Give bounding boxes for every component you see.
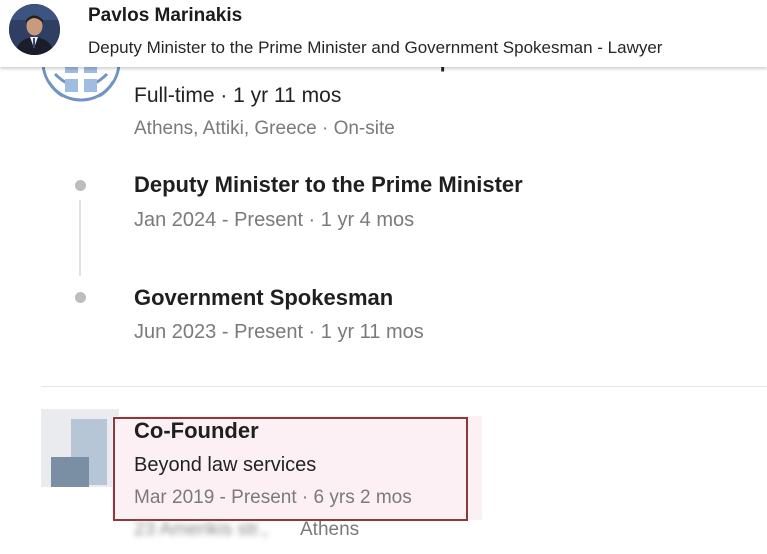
role-title[interactable]: Deputy Minister to the Prime Minister — [134, 172, 523, 198]
timeline-dot — [75, 180, 86, 191]
profile-sticky-header: Pavlos Marinakis Deputy Minister to the … — [0, 0, 767, 67]
cofounder-address-city: Athens — [300, 519, 360, 540]
cofounder-dates: Mar 2019 - Present · 6 yrs 2 mos — [134, 487, 412, 508]
company-placeholder-logo[interactable] — [41, 409, 119, 487]
profile-headline: Deputy Minister to the Prime Minister an… — [88, 38, 663, 57]
section-divider — [41, 386, 767, 387]
timeline-dot — [75, 292, 86, 303]
profile-name[interactable]: Pavlos Marinakis — [88, 5, 242, 27]
role-dates: Jun 2023 - Present · 1 yr 11 mos — [134, 321, 424, 343]
avatar[interactable] — [9, 4, 60, 55]
role-dates: Jan 2024 - Present · 1 yr 4 mos — [134, 209, 415, 231]
role-title[interactable]: Government Spokesman — [134, 285, 393, 311]
cofounder-company[interactable]: Beyond law services — [134, 454, 316, 477]
cofounder-title[interactable]: Co-Founder — [134, 418, 259, 444]
cofounder-address-blurred: 23 Amerikis str., — [134, 519, 269, 540]
organization-location: Athens, Attiki, Greece · On-site — [134, 118, 395, 139]
employment-type: Full-time · 1 yr 11 mos — [134, 84, 342, 107]
timeline-connector — [79, 200, 81, 276]
